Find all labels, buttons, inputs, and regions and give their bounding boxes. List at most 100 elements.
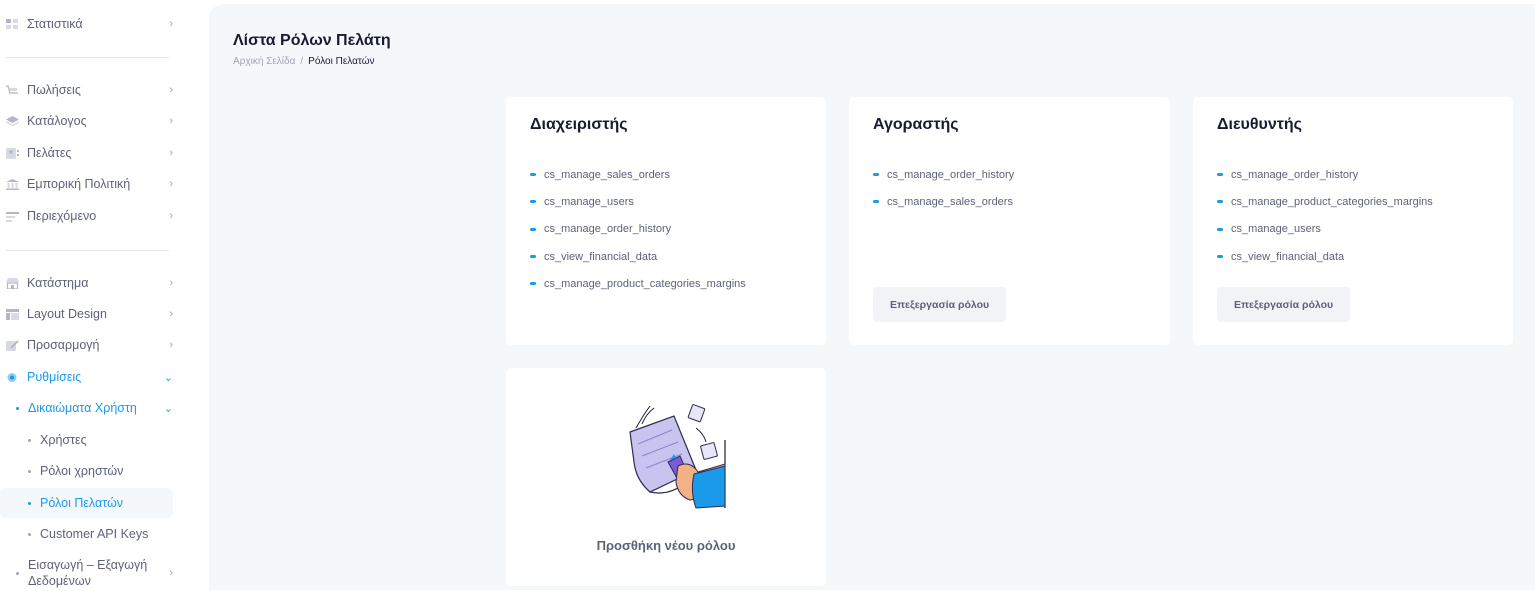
main-content: Λίστα Ρόλων Πελάτη Αρχική Σελίδα / Ρόλοι…	[209, 4, 1535, 590]
dash-bullet-icon	[1217, 173, 1223, 177]
dash-bullet-icon	[873, 173, 879, 177]
sidebar-item-label: Κατάλογος	[27, 114, 87, 128]
dash-bullet-icon	[1217, 255, 1223, 259]
permission-item: cs_manage_product_categories_margins	[530, 270, 746, 297]
sidebar-item-label: Ρόλοι χρηστών	[40, 464, 124, 478]
sidebar-item-store[interactable]: Κατάστημα ›	[0, 268, 185, 298]
add-role-card[interactable]: Προσθήκη νέου ρόλου	[506, 368, 826, 586]
sidebar-item-layout-design[interactable]: Layout Design ›	[0, 299, 185, 329]
permission-item: cs_manage_order_history	[873, 161, 1014, 188]
sidebar: Στατιστικά › Πωλήσεις › Κατάλογος › Πελά…	[0, 0, 200, 590]
permission-item: cs_manage_order_history	[1217, 161, 1433, 188]
chevron-right-icon: ›	[169, 308, 173, 320]
role-card-admin: Διαχειριστής cs_manage_sales_orders cs_m…	[506, 97, 826, 345]
sidebar-item-label: Εισαγωγή – Εξαγωγή Δεδομένων	[28, 558, 148, 588]
layout-icon	[6, 308, 19, 320]
sidebar-item-customer-api-keys[interactable]: Customer API Keys	[0, 519, 173, 549]
sidebar-item-customer-roles[interactable]: Ρόλοι Πελατών	[0, 488, 173, 518]
permissions-list: cs_manage_sales_orders cs_manage_users c…	[530, 161, 746, 297]
chevron-right-icon: ›	[169, 210, 173, 222]
permission-item: cs_view_financial_data	[1217, 243, 1433, 270]
bullet-icon	[16, 406, 19, 410]
sidebar-item-label: Πελάτες	[27, 146, 72, 160]
page-title: Λίστα Ρόλων Πελάτη	[233, 32, 391, 49]
chevron-right-icon: ›	[169, 115, 173, 127]
bullet-icon	[28, 438, 31, 442]
gear-icon	[6, 372, 19, 383]
sidebar-item-label: Δικαιώματα Χρήστη	[28, 401, 137, 415]
sidebar-item-catalog[interactable]: Κατάλογος ›	[0, 106, 185, 136]
chevron-right-icon: ›	[169, 18, 173, 30]
bullet-icon	[16, 571, 19, 575]
sidebar-item-commercial-policy[interactable]: Εμπορική Πολιτική ›	[0, 169, 185, 199]
sidebar-item-label: Περιεχόμενο	[27, 209, 97, 223]
role-card-manager: Διευθυντής cs_manage_order_history cs_ma…	[1193, 97, 1513, 345]
text-lines-icon	[6, 211, 19, 222]
sidebar-item-sales[interactable]: Πωλήσεις ›	[0, 75, 185, 105]
sidebar-item-label: Πωλήσεις	[27, 83, 81, 97]
permission-item: cs_manage_sales_orders	[873, 188, 1014, 215]
chevron-right-icon: ›	[169, 277, 173, 289]
document-hand-illustration	[629, 404, 726, 509]
sidebar-item-label: Προσαρμογή	[27, 338, 100, 352]
dash-bullet-icon	[1217, 200, 1223, 204]
cart-icon	[6, 84, 19, 96]
breadcrumb-home-link[interactable]: Αρχική Σελίδα	[233, 56, 295, 67]
role-card-title: Διαχειριστής	[530, 116, 628, 133]
bullet-icon	[28, 469, 31, 473]
edit-role-button[interactable]: Επεξεργασία ρόλου	[873, 287, 1007, 322]
sidebar-item-customize[interactable]: Προσαρμογή ›	[0, 330, 185, 360]
dash-bullet-icon	[530, 200, 536, 204]
sidebar-item-customers[interactable]: Πελάτες ›	[0, 138, 185, 168]
sidebar-item-users[interactable]: Χρήστες	[0, 425, 173, 455]
sidebar-item-label: Ρόλοι Πελατών	[40, 496, 123, 510]
sidebar-item-label: Customer API Keys	[40, 527, 149, 541]
sidebar-divider	[6, 250, 169, 251]
permission-item: cs_view_financial_data	[530, 243, 746, 270]
chevron-down-icon: ⌄	[163, 371, 173, 384]
permission-item: cs_manage_order_history	[530, 216, 746, 243]
layers-icon	[5, 115, 20, 127]
pencil-icon	[6, 339, 19, 351]
breadcrumb-separator: /	[300, 56, 304, 67]
role-card-buyer: Αγοραστής cs_manage_order_history cs_man…	[849, 97, 1170, 345]
chevron-right-icon: ›	[169, 339, 173, 351]
add-role-label: Προσθήκη νέου ρόλου	[596, 538, 736, 553]
bullet-icon	[28, 532, 31, 536]
sidebar-divider	[6, 57, 169, 58]
role-card-title: Αγοραστής	[873, 116, 959, 133]
permissions-list: cs_manage_order_history cs_manage_produc…	[1217, 161, 1433, 270]
dash-bullet-icon	[530, 255, 536, 259]
dash-bullet-icon	[1217, 227, 1223, 231]
sidebar-item-import-export[interactable]: Εισαγωγή – Εξαγωγή Δεδομένων ›	[0, 555, 173, 591]
dash-bullet-icon	[530, 227, 536, 231]
permissions-list: cs_manage_order_history cs_manage_sales_…	[873, 161, 1014, 216]
bank-icon	[6, 178, 19, 190]
dash-bullet-icon	[530, 282, 536, 286]
role-card-title: Διευθυντής	[1217, 116, 1302, 133]
sidebar-item-user-roles[interactable]: Ρόλοι χρηστών	[0, 456, 173, 486]
sidebar-item-label: Ρυθμίσεις	[27, 370, 82, 384]
bullet-icon	[28, 501, 31, 505]
chevron-right-icon: ›	[169, 178, 173, 190]
sidebar-item-label: Χρήστες	[40, 433, 87, 447]
permission-item: cs_manage_sales_orders	[530, 161, 746, 188]
chevron-right-icon: ›	[169, 84, 173, 96]
sidebar-item-label: Στατιστικά	[27, 17, 83, 31]
sidebar-item-label: Layout Design	[27, 307, 107, 321]
sidebar-item-content[interactable]: Περιεχόμενο ›	[0, 201, 185, 231]
dash-bullet-icon	[873, 200, 879, 204]
chevron-right-icon: ›	[169, 567, 173, 579]
sidebar-item-label: Κατάστημα	[27, 276, 89, 290]
permission-item: cs_manage_product_categories_margins	[1217, 188, 1433, 215]
sidebar-item-statistics[interactable]: Στατιστικά ›	[0, 9, 185, 39]
edit-role-button[interactable]: Επεξεργασία ρόλου	[1217, 287, 1351, 322]
store-icon	[6, 277, 19, 290]
sidebar-item-settings[interactable]: Ρυθμίσεις ⌄	[0, 362, 185, 392]
contacts-icon	[6, 147, 19, 159]
permission-item: cs_manage_users	[530, 188, 746, 215]
chevron-right-icon: ›	[169, 147, 173, 159]
permission-item: cs_manage_users	[1217, 216, 1433, 243]
dashboard-grid-icon	[6, 18, 19, 30]
sidebar-item-user-permissions[interactable]: Δικαιώματα Χρήστη ⌄	[0, 393, 173, 423]
